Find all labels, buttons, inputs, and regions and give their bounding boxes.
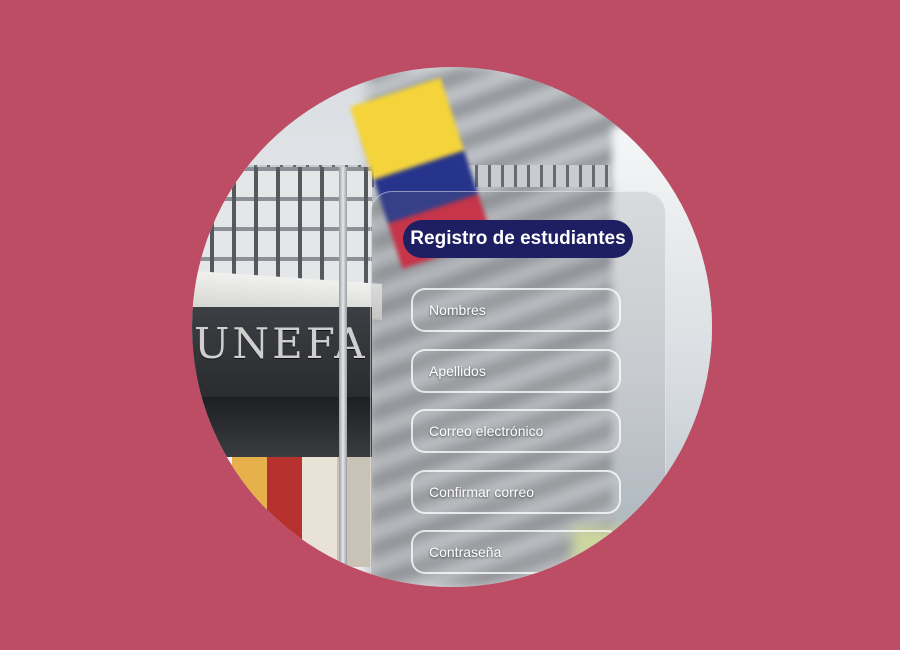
password-field[interactable]: Contraseña (411, 530, 621, 574)
building-entrance (232, 457, 372, 567)
confirm-email-field[interactable]: Confirmar correo (411, 470, 621, 514)
hero-photo-circle: UNEFA Registro de estudiantes Nombres Ap… (192, 67, 712, 587)
nombres-field[interactable]: Nombres (411, 288, 621, 332)
apellidos-field[interactable]: Apellidos (411, 349, 621, 393)
flag-pole (339, 167, 347, 587)
email-field[interactable]: Correo electrónico (411, 409, 621, 453)
form-title: Registro de estudiantes (403, 220, 633, 258)
